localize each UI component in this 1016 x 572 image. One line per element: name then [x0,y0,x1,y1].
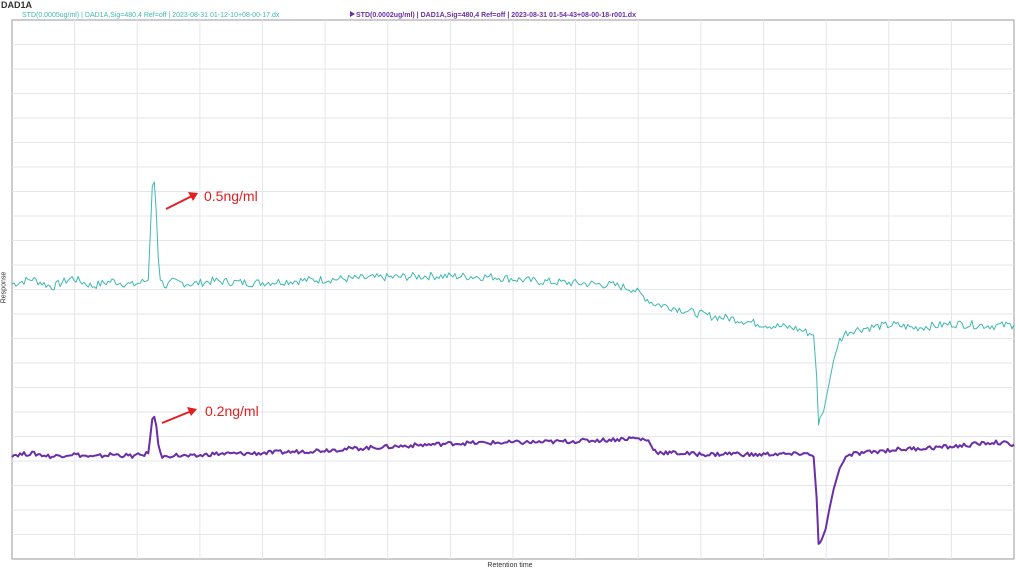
legend-entry-1: STD(0.0005ug/ml) | DAD1A,Sig=480,4 Ref=o… [22,12,280,19]
annotation-label-2: 0.2ng/ml [205,403,259,419]
legend-marker-icon [350,11,355,17]
legend-entry-2: STD(0.0002ug/ml) | DAD1A,Sig=480,4 Ref=o… [356,12,636,19]
legend: STD(0.0005ug/ml) | DAD1A,Sig=480,4 Ref=o… [22,11,636,19]
annotation-label-1: 0.5ng/ml [204,188,258,204]
chromatogram-plot: STD(0.0005ug/ml) | DAD1A,Sig=480,4 Ref=o… [11,11,1015,560]
